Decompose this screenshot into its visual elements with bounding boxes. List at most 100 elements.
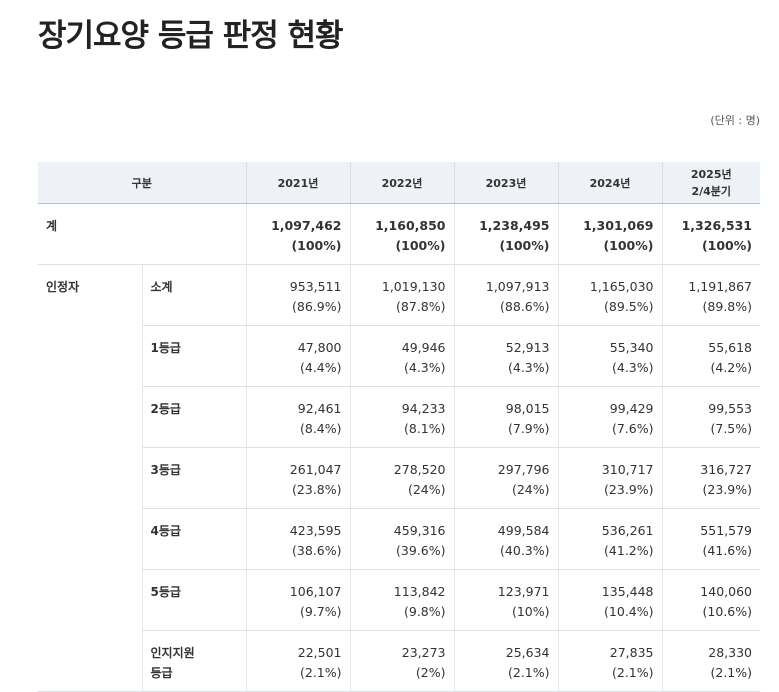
- count: 92,461: [297, 401, 342, 416]
- row-label: 4등급: [142, 508, 247, 570]
- count: 1,097,913: [485, 279, 550, 294]
- count: 99,553: [708, 401, 752, 416]
- value-cell: 25,634 (2.1%): [454, 630, 559, 692]
- value-cell: 140,060 (10.6%): [662, 569, 760, 631]
- count: 52,913: [505, 340, 550, 355]
- count: 536,261: [601, 523, 654, 538]
- count: 94,233: [401, 401, 446, 416]
- percent: (8.1%): [403, 421, 446, 436]
- value-cell: 52,913 (4.3%): [454, 325, 559, 387]
- total-label: 계: [38, 203, 247, 265]
- percent: (89.5%): [604, 299, 654, 314]
- header-year-latest: 2025년 2/4분기: [662, 162, 760, 204]
- count: 459,316: [393, 523, 446, 538]
- count: 297,796: [497, 462, 550, 477]
- count: 27,835: [609, 645, 654, 660]
- count: 499,584: [497, 523, 550, 538]
- value-cell: 123,971 (10%): [454, 569, 559, 631]
- count: 953,511: [289, 279, 342, 294]
- percent: (100%): [499, 238, 550, 253]
- count: 55,340: [609, 340, 654, 355]
- unit-note: (단위 : 명): [710, 114, 760, 127]
- table-header-row: 구분 2021년 2022년 2023년 2024년 2025년 2/4분기: [38, 162, 760, 204]
- value-cell: 310,717 (23.9%): [558, 447, 663, 509]
- count: 25,634: [505, 645, 550, 660]
- value-cell: 316,727 (23.9%): [662, 447, 760, 509]
- count: 99,429: [609, 401, 654, 416]
- row-label: 인지지원 등급: [142, 630, 247, 692]
- count: 123,971: [497, 584, 550, 599]
- percent: (40.3%): [500, 543, 550, 558]
- percent: (89.8%): [702, 299, 752, 314]
- percent: (7.9%): [507, 421, 550, 436]
- percent: (41.6%): [702, 543, 752, 558]
- count: 1,238,495: [479, 218, 550, 233]
- percent: (86.9%): [292, 299, 342, 314]
- value-cell: 1,019,130 (87.8%): [350, 264, 455, 326]
- value-cell: 27,835 (2.1%): [558, 630, 663, 692]
- value-cell: 55,618 (4.2%): [662, 325, 760, 387]
- value-cell: 55,340 (4.3%): [558, 325, 663, 387]
- count: 23,273: [401, 645, 446, 660]
- count: 55,618: [708, 340, 752, 355]
- count: 47,800: [297, 340, 342, 355]
- count: 140,060: [700, 584, 752, 599]
- count: 1,097,462: [271, 218, 342, 233]
- percent: (2.1%): [507, 665, 550, 680]
- count: 106,107: [289, 584, 342, 599]
- count: 135,448: [601, 584, 654, 599]
- table-row: 5등급 106,107 (9.7%) 113,842 (9.8%) 123,971 (10%…: [38, 569, 760, 631]
- total-cell: 1,160,850 (100%): [350, 203, 455, 265]
- table-row: 1등급 47,800 (4.4%) 49,946 (4.3%) 52,913 (4.3%) 5…: [38, 325, 760, 387]
- percent: (7.6%): [611, 421, 654, 436]
- count: 423,595: [289, 523, 342, 538]
- value-cell: 278,520 (24%): [350, 447, 455, 509]
- value-cell: 1,191,867 (89.8%): [662, 264, 760, 326]
- percent: (4.3%): [403, 360, 446, 375]
- header-category: 구분: [38, 162, 247, 204]
- value-cell: 297,796 (24%): [454, 447, 559, 509]
- percent: (4.3%): [507, 360, 550, 375]
- total-row: 계 1,097,462 (100%) 1,160,850 (100%) 1,238,…: [38, 203, 760, 265]
- percent: (7.5%): [710, 421, 752, 436]
- count: 98,015: [505, 401, 550, 416]
- count: 1,160,850: [375, 218, 446, 233]
- percent: (39.6%): [396, 543, 446, 558]
- row-label: 2등급: [142, 386, 247, 448]
- percent: (87.8%): [396, 299, 446, 314]
- value-cell: 49,946 (4.3%): [350, 325, 455, 387]
- count: 261,047: [289, 462, 342, 477]
- percent: (100%): [291, 238, 342, 253]
- value-cell: 47,800 (4.4%): [246, 325, 351, 387]
- percent: (100%): [603, 238, 654, 253]
- percent: (2.1%): [710, 665, 752, 680]
- count: 310,717: [601, 462, 654, 477]
- percent: (2%): [415, 665, 446, 680]
- percent: (4.4%): [299, 360, 342, 375]
- count: 1,301,069: [583, 218, 654, 233]
- value-cell: 22,501 (2.1%): [246, 630, 351, 692]
- percent: (100%): [701, 238, 752, 253]
- row-label: 소계: [142, 264, 247, 326]
- value-cell: 499,584 (40.3%): [454, 508, 559, 570]
- header-year: 2023년: [454, 162, 559, 204]
- value-cell: 536,261 (41.2%): [558, 508, 663, 570]
- percent: (9.7%): [299, 604, 342, 619]
- value-cell: 28,330 (2.1%): [662, 630, 760, 692]
- percent: (24%): [511, 482, 550, 497]
- total-cell: 1,097,462 (100%): [246, 203, 351, 265]
- value-cell: 23,273 (2%): [350, 630, 455, 692]
- value-cell: 99,553 (7.5%): [662, 386, 760, 448]
- value-cell: 92,461 (8.4%): [246, 386, 351, 448]
- count: 1,165,030: [589, 279, 654, 294]
- count: 1,191,867: [688, 279, 752, 294]
- percent: (9.8%): [403, 604, 446, 619]
- percent: (4.2%): [710, 360, 752, 375]
- value-cell: 261,047 (23.8%): [246, 447, 351, 509]
- percent: (23.9%): [604, 482, 654, 497]
- total-cell: 1,326,531 (100%): [662, 203, 760, 265]
- total-cell: 1,301,069 (100%): [558, 203, 663, 265]
- count: 1,326,531: [681, 218, 752, 233]
- value-cell: 94,233 (8.1%): [350, 386, 455, 448]
- value-cell: 459,316 (39.6%): [350, 508, 455, 570]
